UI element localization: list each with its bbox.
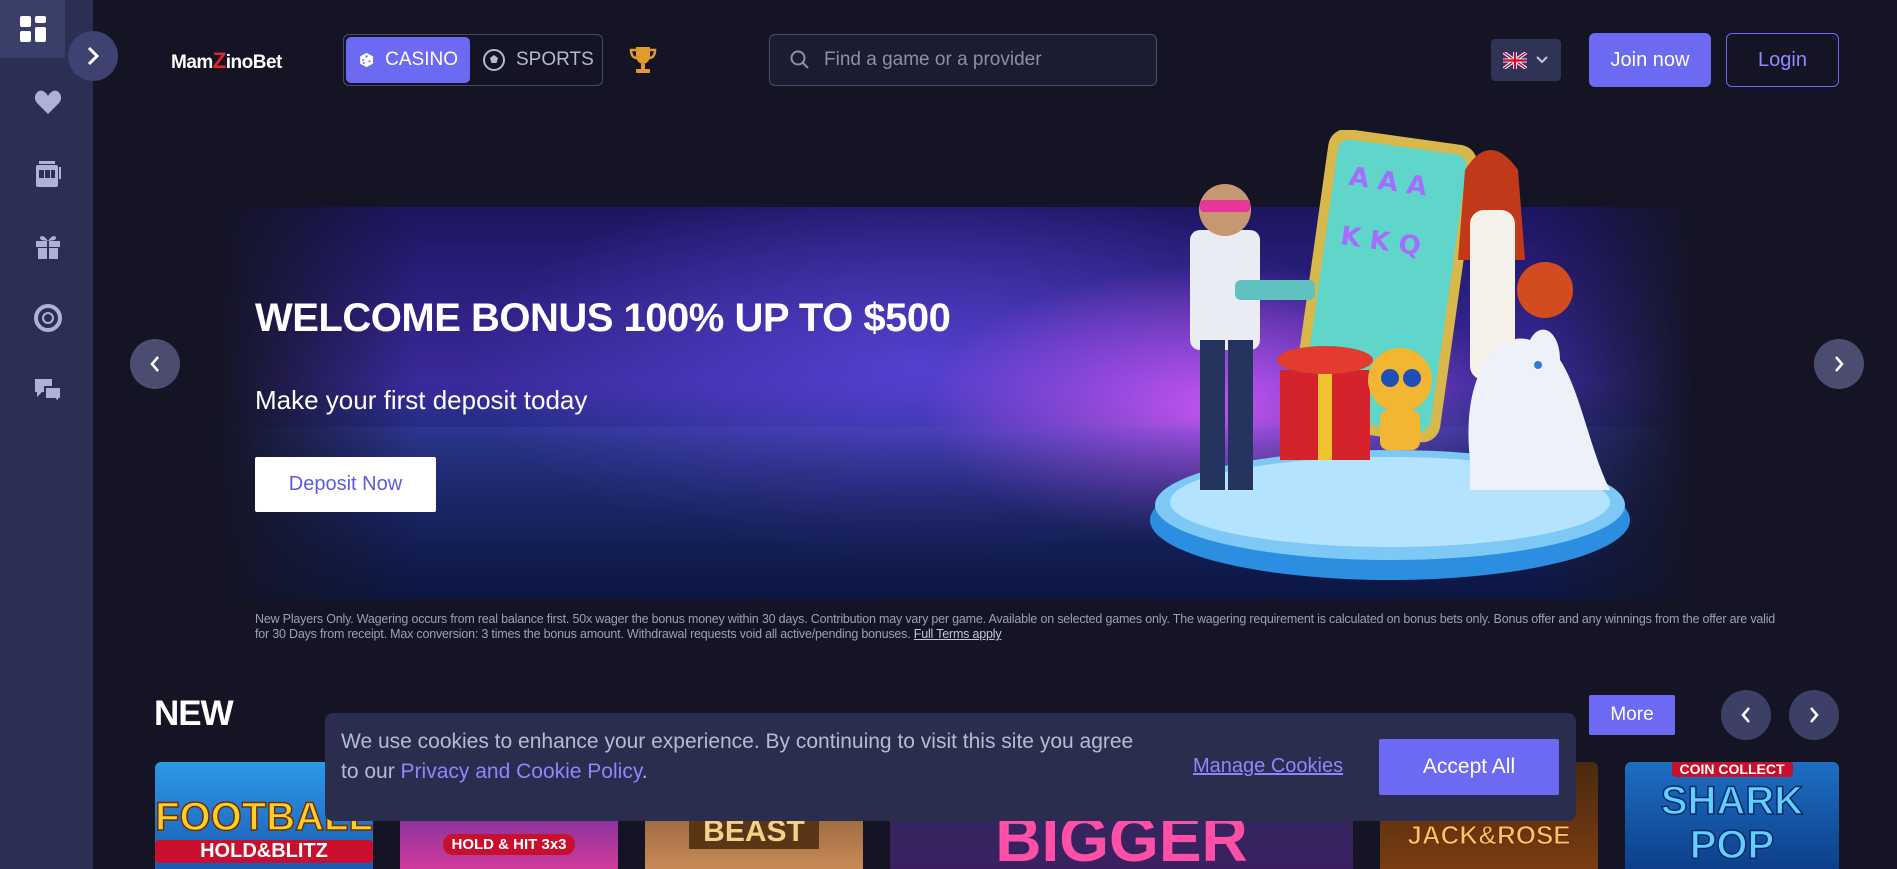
soccer-ball-icon <box>483 49 505 71</box>
cookie-consent-banner: We use cookies to enhance your experienc… <box>325 713 1576 821</box>
tournaments-button[interactable] <box>628 44 658 80</box>
banner-subtitle: Make your first deposit today <box>255 385 588 415</box>
chevron-right-icon <box>1810 707 1819 723</box>
lifebuoy-icon <box>34 304 62 332</box>
uk-flag-icon <box>1503 51 1527 69</box>
section-title-new: NEW <box>154 694 234 733</box>
join-now-button[interactable]: Join now <box>1589 33 1711 87</box>
dice-icon <box>360 52 373 68</box>
sidebar-item-dashboard[interactable] <box>0 0 65 58</box>
chat-support-icon <box>35 379 62 405</box>
deposit-now-button[interactable]: Deposit Now <box>255 457 436 512</box>
bonus-terms: New Players Only. Wagering occurs from r… <box>255 612 1785 642</box>
tab-sports-label: SPORTS <box>516 49 594 70</box>
game-title: SHARK POP <box>1660 778 1804 868</box>
logo[interactable]: MamZinoBet <box>171 48 282 74</box>
trophy-icon <box>629 47 657 73</box>
search-box[interactable] <box>769 34 1157 86</box>
tab-casino[interactable]: CASINO <box>346 37 470 83</box>
game-subtitle: HOLD&BLITZ <box>155 840 373 863</box>
tab-sports[interactable]: SPORTS <box>470 37 606 83</box>
manage-cookies-link[interactable]: Manage Cookies <box>1193 755 1343 778</box>
chevron-right-icon <box>1835 356 1844 372</box>
game-subtitle: HOLD & HIT 3x3 <box>443 834 575 855</box>
chevron-down-icon <box>1536 56 1548 64</box>
sidebar-item-chat[interactable] <box>26 368 70 412</box>
game-subtitle: COIN COLLECT <box>1671 762 1793 777</box>
sidebar-item-promotions[interactable] <box>26 224 70 268</box>
banner-title: WELCOME BONUS 100% UP TO $500 <box>255 296 951 340</box>
chevron-left-icon <box>150 356 159 372</box>
game-card[interactable]: COIN COLLECT SHARK POP <box>1625 762 1839 869</box>
sidebar <box>0 0 93 869</box>
games-prev-button[interactable] <box>1721 690 1771 740</box>
game-title: JACK&ROSE <box>1407 820 1571 851</box>
games-next-button[interactable] <box>1789 690 1839 740</box>
dashboard-icon <box>19 16 46 42</box>
privacy-policy-link[interactable]: Privacy and Cookie Policy <box>401 760 642 783</box>
tab-casino-label: CASINO <box>385 49 458 70</box>
sidebar-item-support[interactable] <box>26 296 70 340</box>
banner-illustration: A A A K K Q <box>1150 130 1630 580</box>
search-input[interactable] <box>824 49 1144 71</box>
language-selector[interactable] <box>1491 39 1561 81</box>
banner-next-button[interactable] <box>1814 339 1864 389</box>
login-button[interactable]: Login <box>1726 33 1839 87</box>
sidebar-expand-button[interactable] <box>68 31 118 81</box>
chevron-left-icon <box>1741 707 1750 723</box>
accept-all-button[interactable]: Accept All <box>1379 739 1559 795</box>
heart-icon <box>34 90 62 114</box>
sidebar-item-slots[interactable] <box>26 152 70 196</box>
more-button[interactable]: More <box>1589 695 1675 735</box>
search-icon <box>790 50 809 69</box>
full-terms-link[interactable]: Full Terms apply <box>914 627 1002 641</box>
cookie-message: We use cookies to enhance your experienc… <box>341 730 1134 783</box>
sidebar-item-favorites[interactable] <box>26 80 70 124</box>
chevron-right-icon <box>87 46 100 66</box>
bonus-terms-text: New Players Only. Wagering occurs from r… <box>255 612 1776 641</box>
gift-icon <box>36 235 60 259</box>
slot-machine-icon <box>36 161 61 187</box>
banner-prev-button[interactable] <box>130 339 180 389</box>
product-tabs: CASINO SPORTS <box>343 34 603 86</box>
